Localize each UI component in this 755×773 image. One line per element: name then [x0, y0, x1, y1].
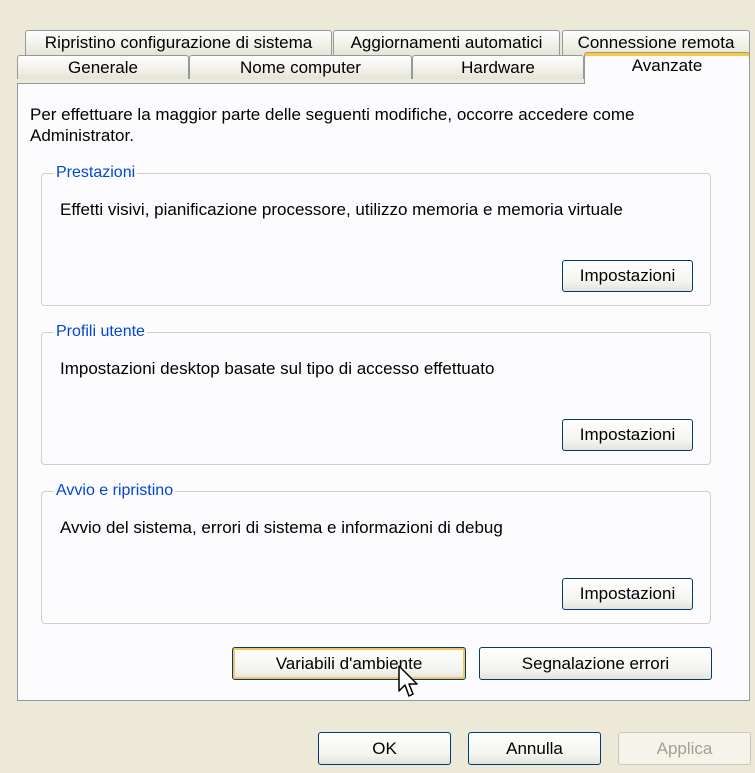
tab-label: Generale: [68, 58, 138, 77]
tab-avanzate[interactable]: Avanzate: [584, 52, 750, 84]
group-description: Effetti visivi, pianificazione processor…: [60, 200, 623, 219]
tab-label: Avanzate: [631, 56, 703, 75]
tab-ripristino-configurazione[interactable]: Ripristino configurazione di sistema: [25, 30, 332, 55]
applica-button[interactable]: Applica: [618, 732, 751, 765]
tab-label: Connessione remota: [577, 33, 735, 52]
tab-label: Aggiornamenti automatici: [350, 33, 543, 52]
group-avvio-ripristino: Avvio e ripristino Avvio del sistema, er…: [41, 481, 711, 624]
avvio-impostazioni-button[interactable]: Impostazioni: [562, 578, 693, 610]
tab-generale[interactable]: Generale: [17, 55, 189, 79]
tab-aggiornamenti-automatici[interactable]: Aggiornamenti automatici: [333, 30, 560, 55]
tab-label: Ripristino configurazione di sistema: [44, 33, 313, 52]
group-description: Avvio del sistema, errori di sistema e i…: [60, 518, 503, 537]
intro-text: Per effettuare la maggior parte delle se…: [30, 105, 635, 145]
group-title: Avvio e ripristino: [54, 481, 176, 501]
segnalazione-errori-button[interactable]: Segnalazione errori: [479, 647, 712, 680]
mouse-pointer-icon: [398, 665, 418, 697]
tab-label: Nome computer: [240, 58, 361, 77]
group-title: Profili utente: [54, 322, 147, 342]
profili-impostazioni-button[interactable]: Impostazioni: [562, 419, 693, 451]
group-description: Impostazioni desktop basate sul tipo di …: [60, 359, 495, 378]
group-title: Prestazioni: [54, 163, 138, 183]
group-prestazioni: Prestazioni Effetti visivi, pianificazio…: [41, 163, 711, 306]
variabili-ambiente-button[interactable]: Variabili d'ambiente: [232, 647, 466, 680]
tab-label: Hardware: [461, 58, 535, 77]
annulla-button[interactable]: Annulla: [468, 732, 601, 765]
tab-nome-computer[interactable]: Nome computer: [189, 55, 412, 79]
tab-hardware[interactable]: Hardware: [412, 55, 584, 79]
ok-button[interactable]: OK: [318, 732, 451, 765]
prestazioni-impostazioni-button[interactable]: Impostazioni: [562, 260, 693, 292]
group-profili-utente: Profili utente Impostazioni desktop basa…: [41, 322, 711, 465]
